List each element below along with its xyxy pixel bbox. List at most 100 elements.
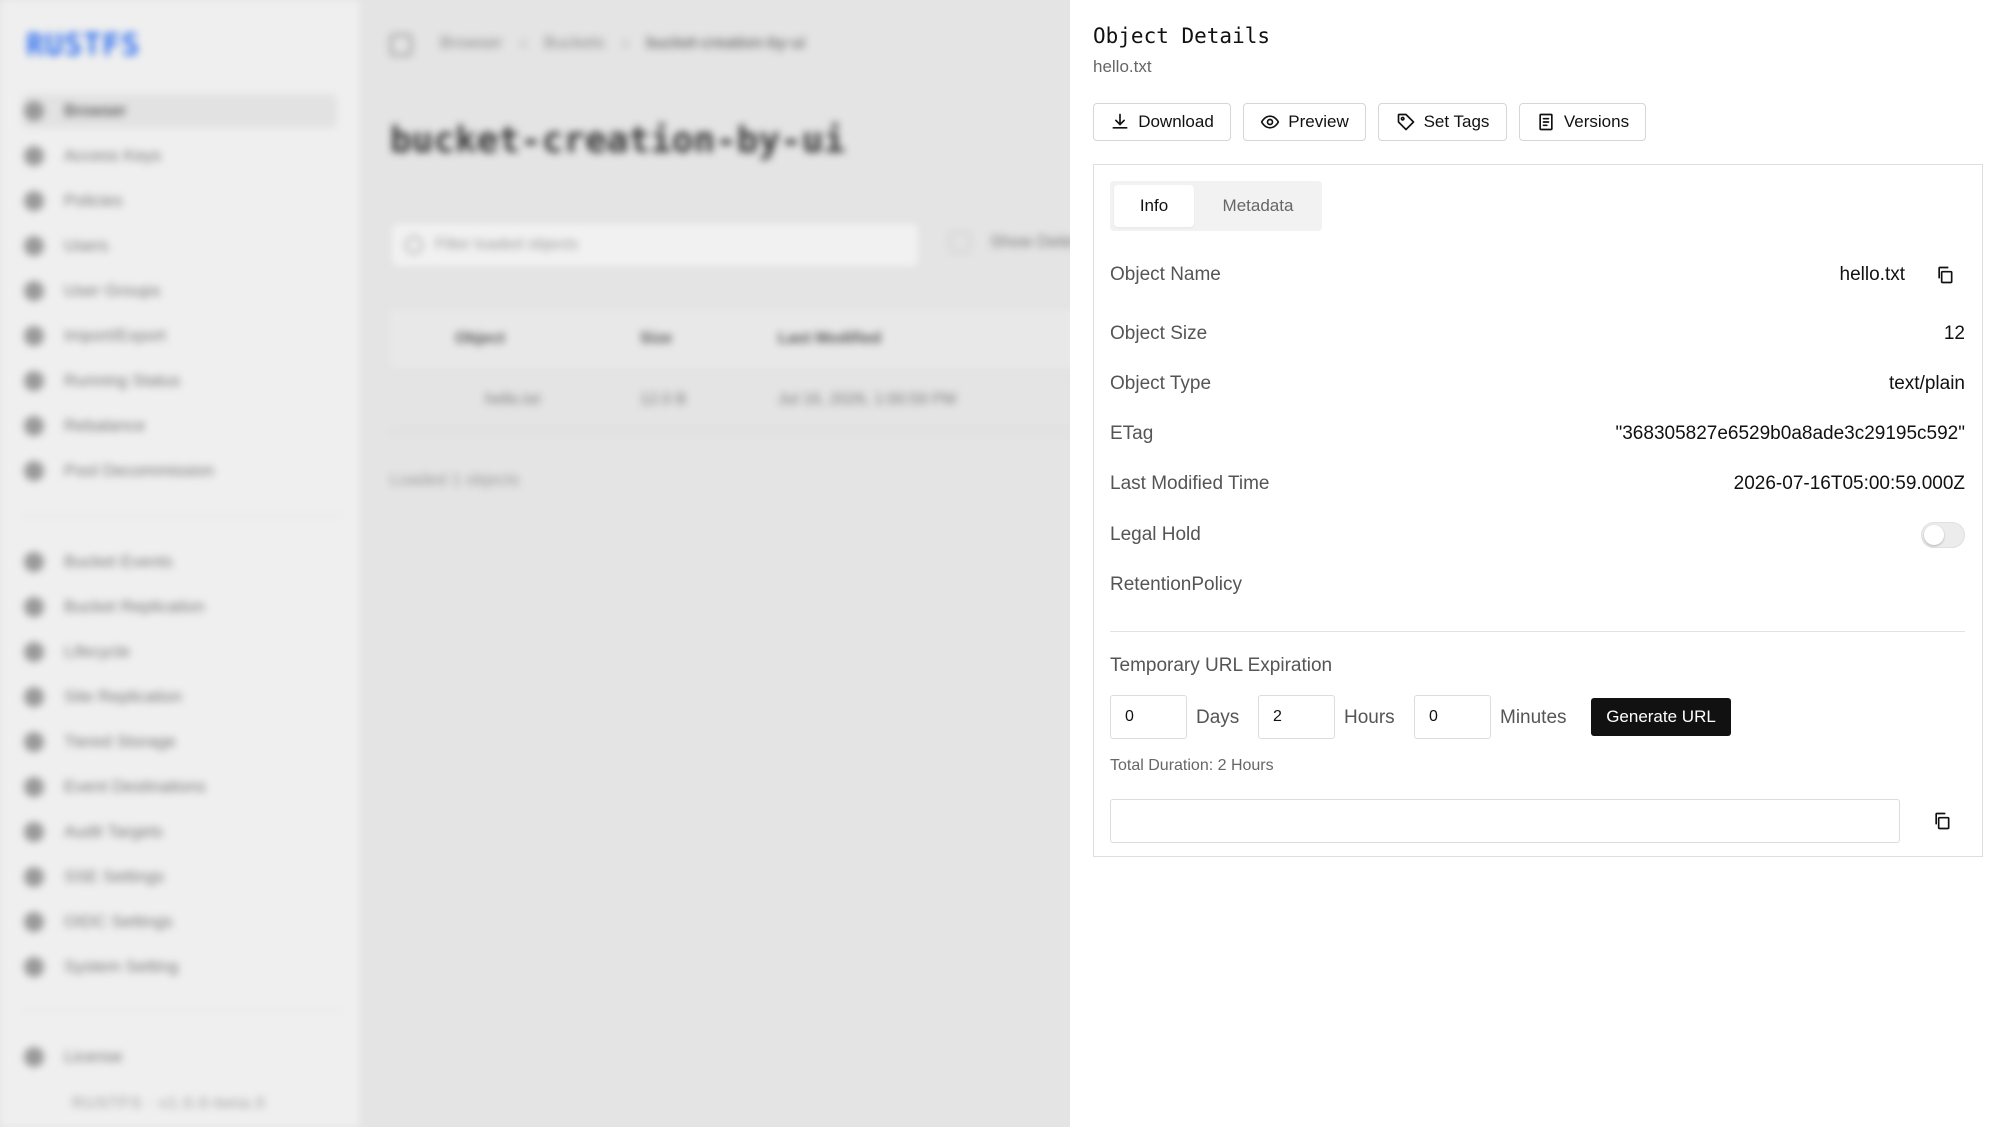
days-label: Days (1196, 707, 1240, 728)
column-header[interactable]: Last Modified (778, 330, 881, 348)
page-title: bucket-creation-by-ui (390, 120, 846, 161)
loaded-count: Loaded 1 objects (390, 470, 520, 489)
breadcrumb-separator: › (622, 33, 629, 52)
browser-icon (24, 101, 44, 121)
tab-info[interactable]: Info (1114, 185, 1194, 227)
table-cell: 12.0 B (640, 391, 687, 408)
sidebar-item-audit-targets[interactable]: Audit Targets (22, 815, 337, 849)
object-size-label: Object Size (1110, 323, 1208, 344)
drawer-subtitle: hello.txt (1093, 57, 1152, 76)
breadcrumb-item[interactable]: Buckets (544, 33, 604, 53)
sidebar-item-policies[interactable]: Policies (22, 184, 337, 218)
column-header[interactable]: Object (455, 330, 505, 348)
checkbox[interactable] (950, 232, 970, 252)
sidebar-item-pool-decommission[interactable]: Pool Decommission (22, 454, 337, 488)
retention-policy-label: RetentionPolicy (1110, 574, 1243, 595)
object-name-row: Object Name hello.txt (1110, 260, 1965, 290)
sidebar-item-oidc-settings[interactable]: OIDC Settings (22, 905, 337, 939)
versions-label: Versions (1563, 112, 1630, 131)
sidebar-item-import-export[interactable]: Import/Export (22, 319, 337, 353)
retention-policy-row: RetentionPolicy (1110, 570, 1965, 600)
sidebar-item-bucket-events[interactable]: Bucket Events (22, 545, 337, 579)
last-modified-row: Last Modified Time 2026-07-16T05:00:59.0… (1110, 469, 1965, 499)
audit-icon (24, 822, 44, 842)
etag-value: "368305827e6529b0a8ade3c29195c592" (1615, 423, 1966, 444)
preview-button[interactable]: Preview (1243, 103, 1366, 141)
sidebar-item-label: Bucket Events (64, 552, 173, 571)
sidebar-item-label: Event Destinations (64, 777, 206, 796)
sidebar-item-lifecycle[interactable]: Lifecycle (22, 635, 337, 669)
sidebar-item-site-replication[interactable]: Site Replication (22, 680, 337, 714)
key-icon (24, 146, 44, 166)
eye-icon (1261, 115, 1280, 129)
download-button[interactable]: Download (1093, 103, 1231, 141)
sidebar-item-running-status[interactable]: Running Status (22, 364, 337, 398)
sidebar-item-label: Users (64, 236, 109, 255)
divider (1110, 631, 1965, 632)
sidebar-item-label: Lifecycle (64, 642, 131, 661)
logo: RUSTFS (26, 28, 141, 63)
user-icon (24, 236, 44, 256)
object-size-value: 12 (1943, 323, 1965, 344)
generate-url-button[interactable]: Generate URL (1591, 698, 1731, 736)
download-icon (1112, 113, 1128, 129)
expiration-label: Temporary URL Expiration (1110, 655, 1333, 676)
sidebar-item-event-destinations[interactable]: Event Destinations (22, 770, 337, 804)
column-header[interactable]: Size (640, 330, 672, 348)
object-details-drawer: Object Details hello.txt Download Previe… (1070, 0, 2000, 1127)
sidebar-item-label: Import/Export (64, 326, 167, 345)
details-card: Info Metadata Object Name hello.txt Obje… (1093, 164, 1983, 857)
sidebar-item-bucket-replication[interactable]: Bucket Replication (22, 590, 337, 624)
legal-hold-row: Legal Hold (1110, 520, 1965, 550)
import-export-icon (24, 326, 44, 346)
breadcrumb-separator: › (520, 33, 527, 52)
rebalance-icon (24, 416, 44, 436)
sidebar-item-user-groups[interactable]: User Groups (22, 274, 337, 308)
copy-icon[interactable] (1935, 265, 1955, 285)
table-cell[interactable]: hello.txt (485, 391, 540, 409)
sidebar-divider (22, 515, 342, 516)
sidebar-item-label: User Groups (64, 281, 161, 300)
set-tags-button[interactable]: Set Tags (1378, 103, 1507, 141)
legal-hold-toggle[interactable] (1921, 522, 1965, 548)
sidebar-item-label: Pool Decommission (64, 461, 215, 480)
gear-icon (24, 957, 44, 977)
drawer-title: Object Details (1093, 24, 1271, 48)
lifecycle-icon (24, 642, 44, 662)
site-icon (24, 687, 44, 707)
temporary-url-field[interactable] (1110, 799, 1900, 843)
sidebar-item-users[interactable]: Users (22, 229, 337, 263)
sidebar-item-license[interactable]: License (22, 1040, 337, 1074)
policy-icon (24, 191, 44, 211)
download-label: Download (1138, 112, 1214, 131)
days-input[interactable] (1110, 695, 1187, 739)
breadcrumb-item[interactable]: Browser (440, 33, 502, 53)
object-type-row: Object Type text/plain (1110, 369, 1965, 399)
lock-icon (24, 867, 44, 887)
versions-button[interactable]: Versions (1519, 103, 1646, 141)
sidebar: RUSTFS Browser Access Keys Policies User… (0, 0, 361, 1127)
sidebar-item-system-setting[interactable]: System Setting (22, 950, 337, 984)
filter-input[interactable]: Filter loaded objects (390, 222, 920, 268)
sidebar-item-label: Bucket Replication (64, 597, 205, 616)
sidebar-item-sse-settings[interactable]: SSE Settings (22, 860, 337, 894)
minutes-input[interactable] (1414, 695, 1491, 739)
sidebar-toggle-icon[interactable] (390, 34, 412, 56)
breadcrumb: Browser › Buckets › bucket-creation-by-u… (440, 33, 805, 53)
sidebar-item-rebalance[interactable]: Rebalance (22, 409, 337, 443)
object-size-row: Object Size 12 (1110, 319, 1965, 349)
group-icon (24, 281, 44, 301)
events-icon (24, 552, 44, 572)
sidebar-item-tiered-storage[interactable]: Tiered Storage (22, 725, 337, 759)
sidebar-item-label: Tiered Storage (64, 732, 176, 751)
sidebar-item-browser[interactable]: Browser (22, 94, 337, 128)
object-name-label: Object Name (1110, 264, 1221, 285)
tag-icon (1397, 113, 1414, 131)
sidebar-item-label: SSE Settings (64, 867, 165, 886)
object-name-value: hello.txt (1839, 264, 1905, 285)
sidebar-item-access-keys[interactable]: Access Keys (22, 139, 337, 173)
tab-metadata[interactable]: Metadata (1198, 185, 1318, 227)
breadcrumb-item: bucket-creation-by-ui (646, 33, 805, 52)
copy-icon[interactable] (1932, 811, 1952, 831)
hours-input[interactable] (1258, 695, 1335, 739)
